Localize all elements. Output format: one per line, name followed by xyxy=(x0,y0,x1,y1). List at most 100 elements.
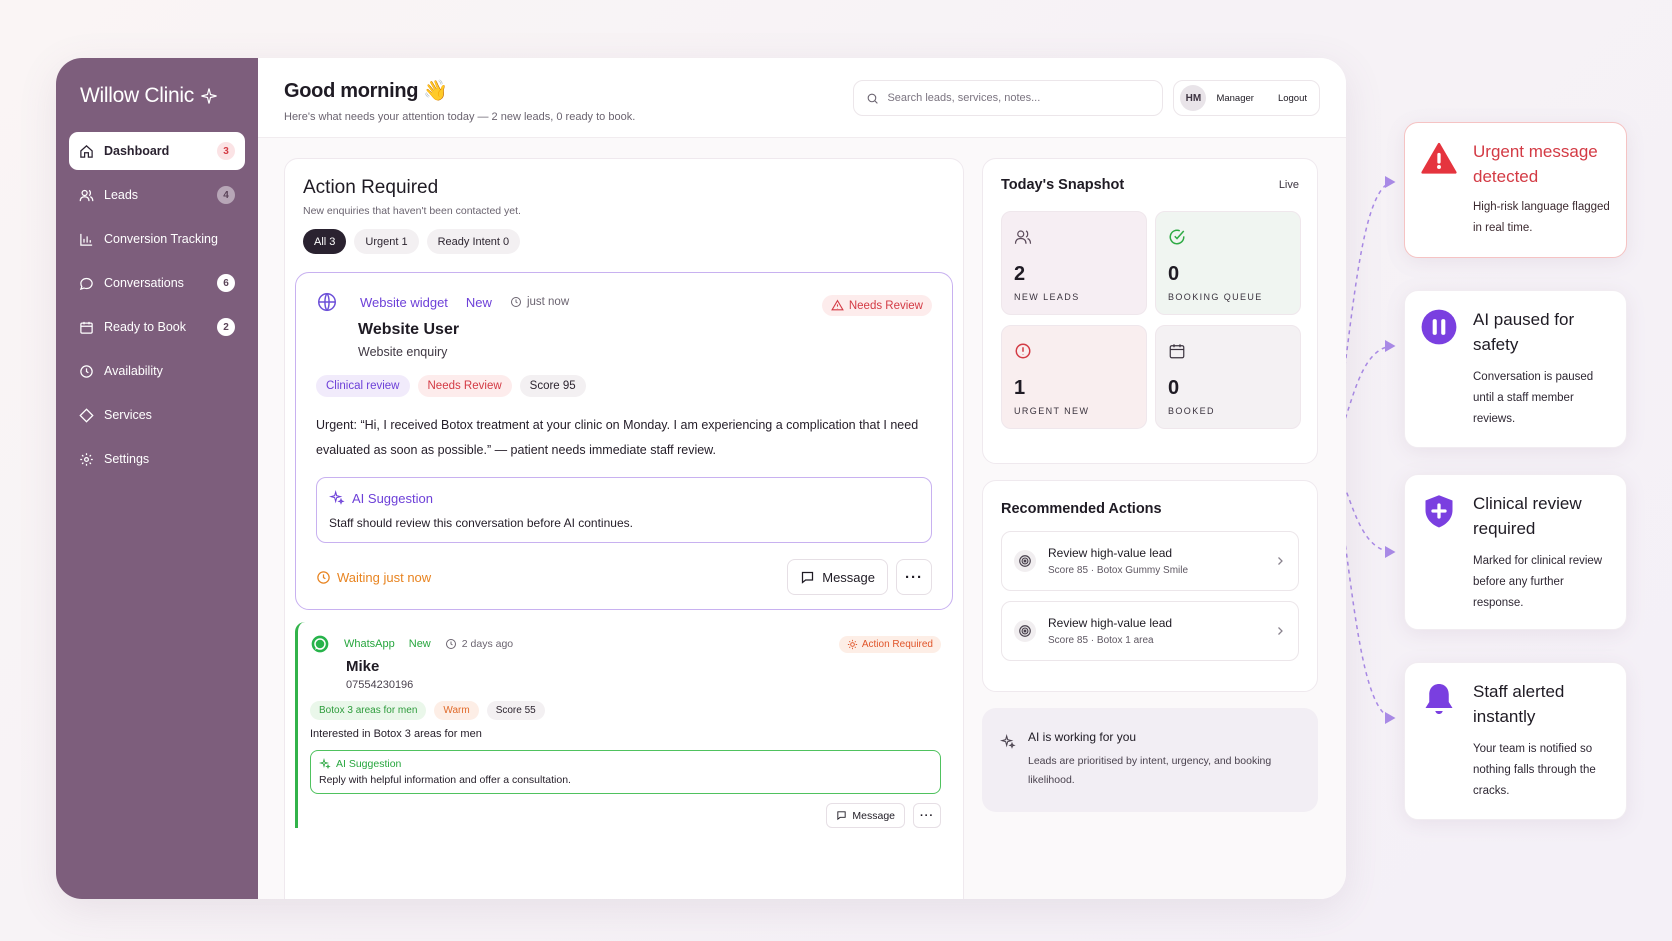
stat-caption: BOOKING QUEUE xyxy=(1168,292,1263,302)
lead-message: Urgent: “Hi, I received Botox treatment … xyxy=(316,418,919,457)
section-subtitle: New enquiries that haven't been contacte… xyxy=(303,205,521,217)
sidebar-item-label: Services xyxy=(104,408,152,422)
filter-urgent[interactable]: Urgent 1 xyxy=(354,229,419,254)
ai-working-card: AI is working for you Leads are prioriti… xyxy=(982,708,1318,812)
recommended-item-sub: Score 85 · Botox 1 area xyxy=(1048,635,1154,646)
callout-ai-paused: AI paused for safety Conversation is pau… xyxy=(1404,290,1627,448)
logout-button[interactable]: Logout xyxy=(1278,93,1307,104)
lead-time-text: 2 days ago xyxy=(461,638,514,650)
sidebar-item-label: Conversations xyxy=(104,276,184,290)
chat-bubble-icon xyxy=(802,571,814,584)
sidebar-item-ready-to-book[interactable]: Ready to Book 2 xyxy=(69,308,245,346)
callout-title: Clinical review required xyxy=(1473,494,1582,538)
recommended-item-sub: Score 85 · Botox Gummy Smile xyxy=(1048,565,1189,576)
stat-urgent-new[interactable]: 1 URGENT NEW xyxy=(1001,325,1147,429)
stat-value: 0 xyxy=(1168,377,1180,399)
calendar-icon xyxy=(1169,344,1185,359)
callout-urgent-message: Urgent message detected High-risk langua… xyxy=(1404,122,1627,258)
recommended-title: Recommended Actions xyxy=(1001,501,1162,517)
app-window: Willow Clinic Dashboard 3 Leads 4 Conver… xyxy=(56,58,1346,899)
gear-icon xyxy=(80,452,93,466)
clock-icon xyxy=(317,570,330,584)
stat-caption: NEW LEADS xyxy=(1014,292,1080,302)
callout-title: Staff alerted instantly xyxy=(1473,682,1565,726)
clock-icon xyxy=(445,639,456,649)
message-button[interactable]: Message xyxy=(826,803,905,828)
count-badge: 6 xyxy=(217,274,235,292)
tag: Botox 3 areas for men xyxy=(310,701,427,720)
sidebar-item-label: Dashboard xyxy=(104,144,170,158)
message-button-label: Message xyxy=(822,569,875,585)
brand[interactable]: Willow Clinic xyxy=(69,84,245,108)
sidebar-item-label: Ready to Book xyxy=(104,320,186,334)
avatar[interactable]: HM xyxy=(1180,85,1207,111)
page-subtitle: Here's what needs your attention today —… xyxy=(284,111,636,123)
stat-booked[interactable]: 0 BOOKED xyxy=(1155,325,1301,429)
more-options-button[interactable]: ··· xyxy=(913,803,941,828)
lead-name: Website User xyxy=(358,321,460,338)
lead-source: WhatsApp xyxy=(344,638,395,650)
recommended-item-title: Review high-value lead xyxy=(1048,616,1173,630)
tag: Score 95 xyxy=(519,375,586,397)
message-button[interactable]: Message xyxy=(787,559,888,595)
chat-bubble-icon xyxy=(837,811,847,821)
lead-phone: 07554230196 xyxy=(346,679,414,691)
callout-staff-alerted: Staff alerted instantly Your team is not… xyxy=(1404,662,1627,820)
sidebar-item-dashboard[interactable]: Dashboard 3 xyxy=(69,132,245,170)
search-input[interactable]: Search leads, services, notes... xyxy=(853,80,1164,116)
message-button-label: Message xyxy=(852,809,895,822)
waiting-status: Waiting just now xyxy=(316,570,431,585)
alert-circle-icon xyxy=(1015,343,1031,359)
recommended-item[interactable]: Review high-value lead Score 85 · Botox … xyxy=(1001,531,1299,591)
sun-icon xyxy=(847,639,857,650)
action-required-panel: Action Required New enquiries that haven… xyxy=(284,158,964,899)
lead-card[interactable]: Website widget New just now Needs Review… xyxy=(295,272,953,610)
sparkles-icon xyxy=(1000,734,1016,749)
stat-caption: URGENT NEW xyxy=(1014,406,1090,416)
chat-bubble-icon xyxy=(79,277,93,290)
calendar-icon xyxy=(80,321,93,334)
target-icon xyxy=(1014,620,1036,642)
lead-card[interactable]: WhatsApp New 2 days ago Action Required … xyxy=(295,622,953,828)
user-menu: HM Manager Logout xyxy=(1173,80,1320,116)
lead-message: Interested in Botox 3 areas for men xyxy=(310,728,482,740)
recommended-item[interactable]: Review high-value lead Score 85 · Botox … xyxy=(1001,601,1299,661)
sparkles-icon xyxy=(329,490,345,505)
filter-all[interactable]: All 3 xyxy=(303,229,347,254)
tag: Needs Review xyxy=(417,375,512,397)
users-icon xyxy=(1014,230,1032,244)
waiting-text: Waiting just now xyxy=(337,569,432,585)
sidebar-item-services[interactable]: Services xyxy=(69,396,245,434)
filter-ready-intent[interactable]: Ready Intent 0 xyxy=(426,229,521,254)
filter-chips: All 3 Urgent 1 Ready Intent 0 xyxy=(303,229,945,254)
ai-working-title: AI is working for you xyxy=(1028,730,1137,744)
ai-working-text: Leads are prioritised by intent, urgency… xyxy=(1028,755,1272,786)
warning-triangle-icon xyxy=(1419,139,1459,179)
sidebar-item-settings[interactable]: Settings xyxy=(69,440,245,478)
tag: Clinical review xyxy=(316,375,410,397)
sidebar-item-conversations[interactable]: Conversations 6 xyxy=(69,264,245,302)
recommended-actions: Recommended Actions Review high-value le… xyxy=(982,480,1318,692)
stat-new-leads[interactable]: 2 NEW LEADS xyxy=(1001,211,1147,315)
home-icon xyxy=(80,144,93,158)
lead-time: 2 days ago xyxy=(445,638,513,650)
warning-icon xyxy=(830,299,844,311)
tag: Score 55 xyxy=(486,701,545,720)
callout-clinical-review: Clinical review required Marked for clin… xyxy=(1404,474,1627,630)
sidebar-item-conversion-tracking[interactable]: Conversion Tracking xyxy=(69,220,245,258)
lead-time-text: just now xyxy=(526,296,570,308)
main-area: Good morning 👋 Here's what needs your at… xyxy=(258,58,1346,899)
more-options-button[interactable]: ··· xyxy=(896,559,932,595)
status-badge-label: Needs Review xyxy=(848,299,923,312)
callout-text: Conversation is paused until a staff mem… xyxy=(1473,371,1594,425)
sidebar-item-availability[interactable]: Availability xyxy=(69,352,245,390)
sidebar-item-leads[interactable]: Leads 4 xyxy=(69,176,245,214)
target-icon xyxy=(1014,550,1036,572)
count-badge: 4 xyxy=(217,186,235,204)
stat-booking-queue[interactable]: 0 BOOKING QUEUE xyxy=(1155,211,1301,315)
bell-icon xyxy=(1419,679,1459,719)
ai-suggestion: AI Suggestion Reply with helpful informa… xyxy=(310,750,941,794)
count-badge: 2 xyxy=(217,318,235,336)
callout-text: Marked for clinical review before any fu… xyxy=(1473,555,1603,609)
lead-name: Mike xyxy=(346,658,380,675)
